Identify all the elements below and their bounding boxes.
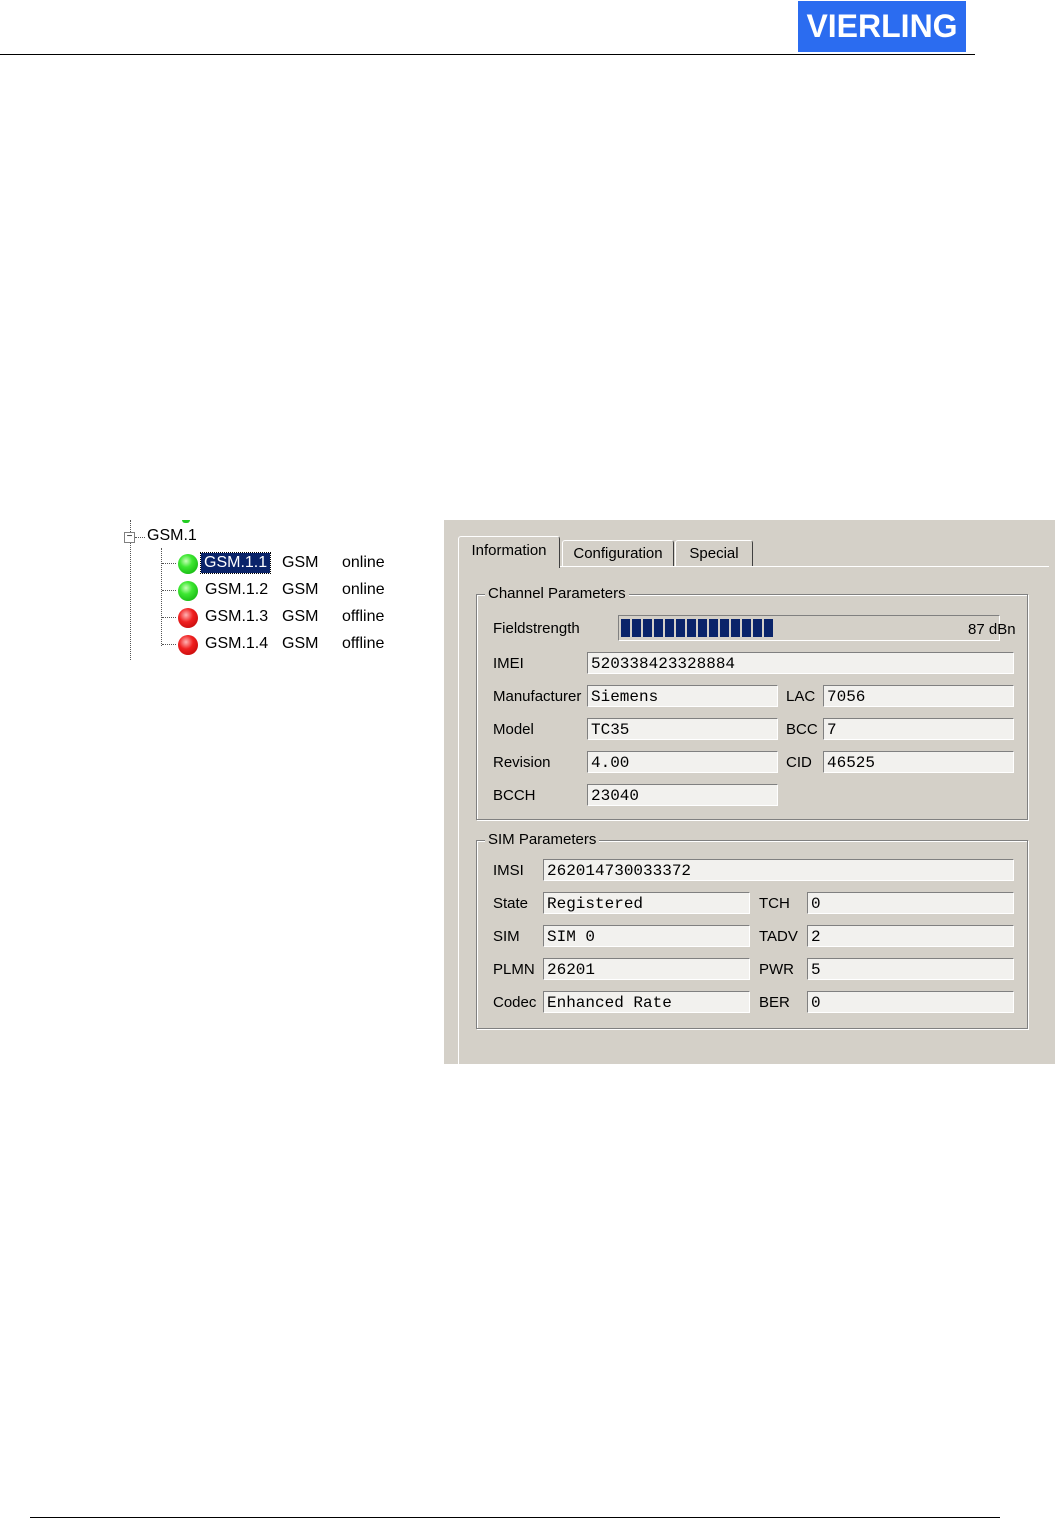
online-led-icon: [178, 554, 198, 574]
sim-field[interactable]: SIM 0: [543, 925, 750, 947]
plmn-label: PLMN: [493, 961, 535, 978]
footer-rule: [30, 1517, 1000, 1518]
channel-type: GSM: [282, 581, 319, 598]
channel-status: online: [342, 554, 385, 571]
cid-label: CID: [786, 754, 812, 771]
imsi-label: IMSI: [493, 862, 524, 879]
imei-field[interactable]: 520338423328884: [587, 652, 1014, 674]
pwr-field[interactable]: 5: [807, 958, 1014, 980]
fieldstrength-label: Fieldstrength: [493, 620, 580, 637]
imsi-field[interactable]: 262014730033372: [543, 859, 1014, 881]
channel-tree[interactable]: − GSM.1 GSM.1.1 GSM online GSM.1.2 GSM o…: [110, 520, 410, 665]
tab-configuration[interactable]: Configuration: [562, 540, 674, 567]
online-led-icon: [178, 581, 198, 601]
fieldstrength-segment: [654, 619, 663, 637]
sim-label: SIM: [493, 928, 520, 945]
lac-field[interactable]: 7056: [823, 685, 1014, 707]
channel-type: GSM: [282, 554, 319, 571]
bcch-label: BCCH: [493, 787, 536, 804]
channel-parameters-group: Channel Parameters Fieldstrength 87 dBn …: [476, 585, 1028, 820]
fieldstrength-segment: [720, 619, 729, 637]
channel-name[interactable]: GSM.1.3: [202, 607, 271, 627]
fieldstrength-fill: [621, 619, 773, 637]
vierling-logo: VIERLING: [798, 1, 966, 52]
fieldstrength-segment: [709, 619, 718, 637]
tree-connector: [162, 563, 176, 564]
channel-status: online: [342, 581, 385, 598]
revision-label: Revision: [493, 754, 551, 771]
fieldstrength-segment: [632, 619, 641, 637]
channel-name[interactable]: GSM.1.2: [202, 580, 271, 600]
ber-label: BER: [759, 994, 790, 1011]
manufacturer-field[interactable]: Siemens: [587, 685, 778, 707]
tree-node-gsm-1[interactable]: GSM.1: [147, 527, 197, 545]
channel-type: GSM: [282, 608, 319, 625]
fieldstrength-segment: [676, 619, 685, 637]
codec-field[interactable]: Enhanced Rate: [543, 991, 750, 1013]
ber-field[interactable]: 0: [807, 991, 1014, 1013]
fieldstrength-segment: [742, 619, 751, 637]
fieldstrength-value: 87 dBn: [968, 621, 1016, 638]
fieldstrength-segment: [621, 619, 630, 637]
tree-item-gsm-1-2[interactable]: GSM.1.2 GSM online: [162, 579, 412, 601]
tch-label: TCH: [759, 895, 790, 912]
model-label: Model: [493, 721, 534, 738]
channel-status: offline: [342, 608, 385, 625]
fieldstrength-segment: [731, 619, 740, 637]
state-field[interactable]: Registered: [543, 892, 750, 914]
group-legend: Channel Parameters: [485, 585, 629, 603]
offline-led-icon: [178, 635, 198, 655]
tree-connector: [162, 617, 176, 618]
channel-status: offline: [342, 635, 385, 652]
tree-connector: [162, 644, 176, 645]
group-legend: SIM Parameters: [485, 831, 600, 849]
fieldstrength-segment: [698, 619, 707, 637]
tree-connector: [135, 537, 145, 538]
fieldstrength-segment: [764, 619, 773, 637]
channel-type: GSM: [282, 635, 319, 652]
bcc-label: BCC: [786, 721, 818, 738]
sim-parameters-group: SIM Parameters IMSI 262014730033372 Stat…: [476, 831, 1028, 1029]
revision-field[interactable]: 4.00: [587, 751, 778, 773]
fieldstrength-meter: [618, 615, 1000, 641]
channel-properties-panel: Information Configuration Special Channe…: [444, 520, 1055, 1065]
header-rule: [0, 54, 975, 55]
model-field[interactable]: TC35: [587, 718, 778, 740]
channel-name[interactable]: GSM.1.1: [199, 552, 272, 574]
tree-connector: [162, 590, 176, 591]
lac-label: LAC: [786, 688, 816, 705]
plmn-field[interactable]: 26201: [543, 958, 750, 980]
collapse-icon[interactable]: −: [124, 532, 135, 543]
fieldstrength-segment: [687, 619, 696, 637]
tab-special[interactable]: Special: [675, 540, 753, 567]
tch-field[interactable]: 0: [807, 892, 1014, 914]
fieldstrength-segment: [665, 619, 674, 637]
tab-content-information: Channel Parameters Fieldstrength 87 dBn …: [458, 566, 1049, 1065]
tree-item-gsm-1-1[interactable]: GSM.1.1 GSM online: [162, 552, 412, 574]
bcc-field[interactable]: 7: [823, 718, 1014, 740]
imei-label: IMEI: [493, 655, 524, 672]
manufacturer-label: Manufacturer: [493, 688, 582, 705]
pwr-label: PWR: [759, 961, 794, 978]
tree-item-gsm-1-4[interactable]: GSM.1.4 GSM offline: [162, 633, 412, 655]
state-label: State: [493, 895, 529, 912]
cid-field[interactable]: 46525: [823, 751, 1014, 773]
partial-led-icon: [182, 520, 190, 523]
tree-item-gsm-1-3[interactable]: GSM.1.3 GSM offline: [162, 606, 412, 628]
tab-information[interactable]: Information: [458, 536, 560, 568]
codec-label: Codec: [493, 994, 537, 1011]
tadv-label: TADV: [759, 928, 798, 945]
fieldstrength-segment: [753, 619, 762, 637]
tadv-field[interactable]: 2: [807, 925, 1014, 947]
fieldstrength-segment: [643, 619, 652, 637]
offline-led-icon: [178, 608, 198, 628]
bcch-field[interactable]: 23040: [587, 784, 778, 806]
channel-name[interactable]: GSM.1.4: [202, 634, 271, 654]
